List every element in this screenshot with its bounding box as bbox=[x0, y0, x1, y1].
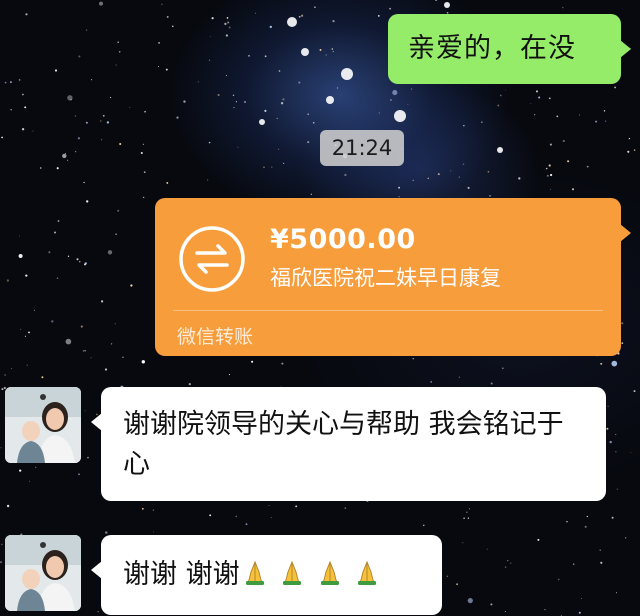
incoming-message-bubble[interactable]: 谢谢院领导的关心与帮助 我会铭记于心 bbox=[91, 387, 606, 501]
folded-hands-icon bbox=[320, 560, 339, 585]
transfer-arrows-icon bbox=[179, 226, 245, 292]
avatar[interactable] bbox=[5, 387, 81, 463]
avatar[interactable] bbox=[5, 535, 81, 611]
folded-hands-icon bbox=[283, 560, 302, 585]
timestamp-text: 21:24 bbox=[331, 136, 393, 160]
folded-hands-icon bbox=[358, 560, 377, 585]
outgoing-message-text: 亲爱的，在没 bbox=[408, 33, 576, 64]
outgoing-message-bubble[interactable]: 亲爱的，在没 bbox=[388, 14, 631, 84]
transfer-divider bbox=[173, 310, 603, 311]
transfer-footer-label: 微信转账 bbox=[177, 326, 254, 348]
emoji-group bbox=[242, 535, 384, 615]
transfer-note: 福欣医院祝二妹早日康复 bbox=[270, 266, 501, 290]
folded-hands-icon bbox=[245, 560, 264, 585]
incoming-message-bubble[interactable]: 谢谢 谢谢 bbox=[91, 535, 442, 615]
incoming-message-text: 谢谢 谢谢 bbox=[123, 559, 240, 590]
incoming-message-text: 谢谢院领导的关心与帮助 我会铭记于心 bbox=[123, 409, 564, 480]
avatar-image bbox=[5, 535, 81, 611]
transfer-card[interactable]: ¥5000.00 福欣医院祝二妹早日康复 微信转账 bbox=[155, 198, 631, 356]
avatar-image bbox=[5, 387, 81, 463]
timestamp-badge: 21:24 bbox=[320, 130, 404, 166]
transfer-amount: ¥5000.00 bbox=[270, 224, 416, 255]
